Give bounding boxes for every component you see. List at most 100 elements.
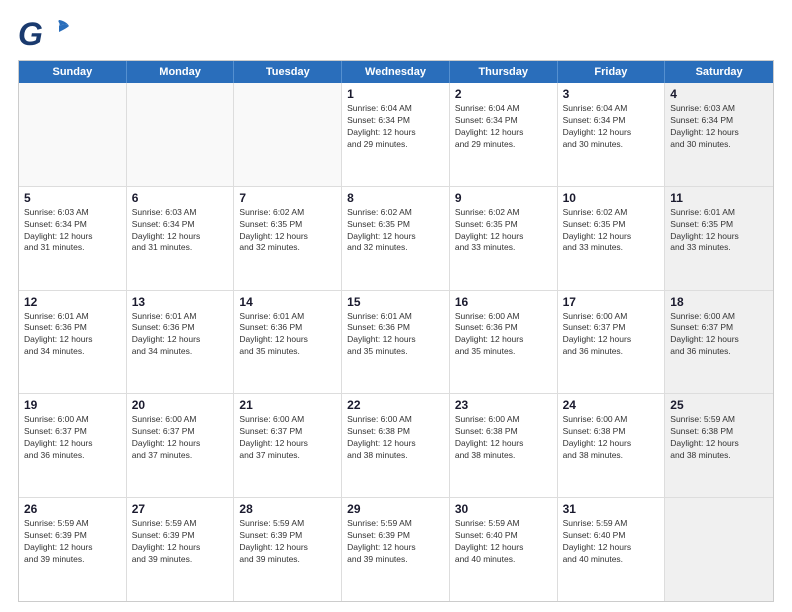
calendar-cell xyxy=(127,83,235,186)
calendar-cell: 23 Sunrise: 6:00 AMSunset: 6:38 PMDayligh… xyxy=(450,394,558,497)
cell-info: Sunrise: 6:03 AMSunset: 6:34 PMDaylight:… xyxy=(670,103,768,151)
calendar-cell: 1 Sunrise: 6:04 AMSunset: 6:34 PMDaylight… xyxy=(342,83,450,186)
calendar-cell: 12Sunrise: 6:01 AMSunset: 6:36 PMDayligh… xyxy=(19,291,127,394)
cell-info: Sunrise: 6:02 AMSunset: 6:35 PMDaylight:… xyxy=(347,207,444,255)
cell-info: Sunrise: 5:59 AMSunset: 6:40 PMDaylight:… xyxy=(563,518,660,566)
calendar-cell: 14Sunrise: 6:01 AMSunset: 6:36 PMDayligh… xyxy=(234,291,342,394)
calendar-cell: 13 Sunrise: 6:01 AMSunset: 6:36 PMDayligh… xyxy=(127,291,235,394)
day-header-thursday: Thursday xyxy=(450,61,558,83)
calendar-cell: 30Sunrise: 5:59 AMSunset: 6:40 PMDayligh… xyxy=(450,498,558,601)
calendar-cell: 29 Sunrise: 5:59 AMSunset: 6:39 PMDayligh… xyxy=(342,498,450,601)
calendar-cell: 9 Sunrise: 6:02 AMSunset: 6:35 PMDaylight… xyxy=(450,187,558,290)
day-number: 31 xyxy=(563,502,660,516)
day-number: 21 xyxy=(239,398,336,412)
day-number: 19 xyxy=(24,398,121,412)
day-number: 24 xyxy=(563,398,660,412)
day-number: 23 xyxy=(455,398,552,412)
calendar-cell xyxy=(234,83,342,186)
day-number: 10 xyxy=(563,191,660,205)
calendar-cell: 16Sunrise: 6:00 AMSunset: 6:36 PMDayligh… xyxy=(450,291,558,394)
calendar-cell: 21 Sunrise: 6:00 AMSunset: 6:37 PMDayligh… xyxy=(234,394,342,497)
day-number: 5 xyxy=(24,191,121,205)
day-number: 12 xyxy=(24,295,121,309)
cell-info: Sunrise: 6:00 AMSunset: 6:37 PMDaylight:… xyxy=(563,311,660,359)
calendar-cell: 3 Sunrise: 6:04 AMSunset: 6:34 PMDaylight… xyxy=(558,83,666,186)
day-number: 28 xyxy=(239,502,336,516)
day-number: 30 xyxy=(455,502,552,516)
cell-info: Sunrise: 6:00 AMSunset: 6:37 PMDaylight:… xyxy=(24,414,121,462)
calendar-cell: 25 Sunrise: 5:59 AMSunset: 6:38 PMDayligh… xyxy=(665,394,773,497)
day-number: 17 xyxy=(563,295,660,309)
day-number: 20 xyxy=(132,398,229,412)
calendar-cell: 5 Sunrise: 6:03 AMSunset: 6:34 PMDaylight… xyxy=(19,187,127,290)
cell-info: Sunrise: 6:02 AMSunset: 6:35 PMDaylight:… xyxy=(239,207,336,255)
calendar-cell: 24 Sunrise: 6:00 AMSunset: 6:38 PMDayligh… xyxy=(558,394,666,497)
cell-info: Sunrise: 6:04 AMSunset: 6:34 PMDaylight:… xyxy=(347,103,444,151)
calendar-cell: 17 Sunrise: 6:00 AMSunset: 6:37 PMDayligh… xyxy=(558,291,666,394)
cell-info: Sunrise: 5:59 AMSunset: 6:39 PMDaylight:… xyxy=(24,518,121,566)
calendar-week-5: 26 Sunrise: 5:59 AMSunset: 6:39 PMDayligh… xyxy=(19,498,773,601)
day-header-saturday: Saturday xyxy=(665,61,773,83)
cell-info: Sunrise: 6:01 AMSunset: 6:35 PMDaylight:… xyxy=(670,207,768,255)
day-number: 29 xyxy=(347,502,444,516)
calendar-cell xyxy=(19,83,127,186)
calendar-cell: 7 Sunrise: 6:02 AMSunset: 6:35 PMDaylight… xyxy=(234,187,342,290)
cell-info: Sunrise: 6:04 AMSunset: 6:34 PMDaylight:… xyxy=(455,103,552,151)
calendar-cell: 19 Sunrise: 6:00 AMSunset: 6:37 PMDayligh… xyxy=(19,394,127,497)
day-number: 9 xyxy=(455,191,552,205)
cell-info: Sunrise: 6:00 AMSunset: 6:37 PMDaylight:… xyxy=(239,414,336,462)
cell-info: Sunrise: 6:00 AMSunset: 6:37 PMDaylight:… xyxy=(670,311,768,359)
day-header-wednesday: Wednesday xyxy=(342,61,450,83)
day-number: 14 xyxy=(239,295,336,309)
calendar-cell: 26 Sunrise: 5:59 AMSunset: 6:39 PMDayligh… xyxy=(19,498,127,601)
day-number: 7 xyxy=(239,191,336,205)
day-number: 4 xyxy=(670,87,768,101)
day-header-monday: Monday xyxy=(127,61,235,83)
cell-info: Sunrise: 5:59 AMSunset: 6:39 PMDaylight:… xyxy=(239,518,336,566)
cell-info: Sunrise: 6:03 AMSunset: 6:34 PMDaylight:… xyxy=(132,207,229,255)
day-number: 1 xyxy=(347,87,444,101)
calendar-cell: 2Sunrise: 6:04 AMSunset: 6:34 PMDaylight… xyxy=(450,83,558,186)
calendar-cell xyxy=(665,498,773,601)
cell-info: Sunrise: 6:02 AMSunset: 6:35 PMDaylight:… xyxy=(455,207,552,255)
day-header-tuesday: Tuesday xyxy=(234,61,342,83)
calendar-cell: 18 Sunrise: 6:00 AMSunset: 6:37 PMDayligh… xyxy=(665,291,773,394)
calendar-cell: 11 Sunrise: 6:01 AMSunset: 6:35 PMDayligh… xyxy=(665,187,773,290)
calendar-cell: 10 Sunrise: 6:02 AMSunset: 6:35 PMDayligh… xyxy=(558,187,666,290)
day-number: 27 xyxy=(132,502,229,516)
cell-info: Sunrise: 5:59 AMSunset: 6:39 PMDaylight:… xyxy=(132,518,229,566)
day-number: 18 xyxy=(670,295,768,309)
calendar-body: 1 Sunrise: 6:04 AMSunset: 6:34 PMDaylight… xyxy=(19,83,773,601)
cell-info: Sunrise: 6:00 AMSunset: 6:37 PMDaylight:… xyxy=(132,414,229,462)
calendar-cell: 22Sunrise: 6:00 AMSunset: 6:38 PMDayligh… xyxy=(342,394,450,497)
calendar-week-2: 5 Sunrise: 6:03 AMSunset: 6:34 PMDaylight… xyxy=(19,187,773,291)
calendar-header: SundayMondayTuesdayWednesdayThursdayFrid… xyxy=(19,61,773,83)
day-number: 6 xyxy=(132,191,229,205)
day-number: 3 xyxy=(563,87,660,101)
calendar-week-1: 1 Sunrise: 6:04 AMSunset: 6:34 PMDaylight… xyxy=(19,83,773,187)
calendar-cell: 31 Sunrise: 5:59 AMSunset: 6:40 PMDayligh… xyxy=(558,498,666,601)
logo-bird-icon xyxy=(47,18,71,46)
calendar-week-4: 19 Sunrise: 6:00 AMSunset: 6:37 PMDayligh… xyxy=(19,394,773,498)
calendar: SundayMondayTuesdayWednesdayThursdayFrid… xyxy=(18,60,774,602)
cell-info: Sunrise: 5:59 AMSunset: 6:38 PMDaylight:… xyxy=(670,414,768,462)
calendar-cell: 6 Sunrise: 6:03 AMSunset: 6:34 PMDaylight… xyxy=(127,187,235,290)
day-number: 26 xyxy=(24,502,121,516)
day-number: 25 xyxy=(670,398,768,412)
cell-info: Sunrise: 6:02 AMSunset: 6:35 PMDaylight:… xyxy=(563,207,660,255)
calendar-cell: 15Sunrise: 6:01 AMSunset: 6:36 PMDayligh… xyxy=(342,291,450,394)
cell-info: Sunrise: 6:00 AMSunset: 6:38 PMDaylight:… xyxy=(347,414,444,462)
page: G SundayMondayTuesdayWednesdayThursdayFr… xyxy=(0,0,792,612)
cell-info: Sunrise: 6:00 AMSunset: 6:38 PMDaylight:… xyxy=(563,414,660,462)
cell-info: Sunrise: 6:00 AMSunset: 6:36 PMDaylight:… xyxy=(455,311,552,359)
day-number: 13 xyxy=(132,295,229,309)
cell-info: Sunrise: 6:03 AMSunset: 6:34 PMDaylight:… xyxy=(24,207,121,255)
cell-info: Sunrise: 6:04 AMSunset: 6:34 PMDaylight:… xyxy=(563,103,660,151)
cell-info: Sunrise: 5:59 AMSunset: 6:39 PMDaylight:… xyxy=(347,518,444,566)
logo: G xyxy=(18,18,75,50)
cell-info: Sunrise: 6:00 AMSunset: 6:38 PMDaylight:… xyxy=(455,414,552,462)
calendar-week-3: 12 Sunrise: 6:01 AMSunset: 6:36 PMDayligh… xyxy=(19,291,773,395)
day-number: 11 xyxy=(670,191,768,205)
calendar-cell: 20 Sunrise: 6:00 AMSunset: 6:37 PMDayligh… xyxy=(127,394,235,497)
cell-info: Sunrise: 6:01 AMSunset: 6:36 PMDaylight:… xyxy=(132,311,229,359)
